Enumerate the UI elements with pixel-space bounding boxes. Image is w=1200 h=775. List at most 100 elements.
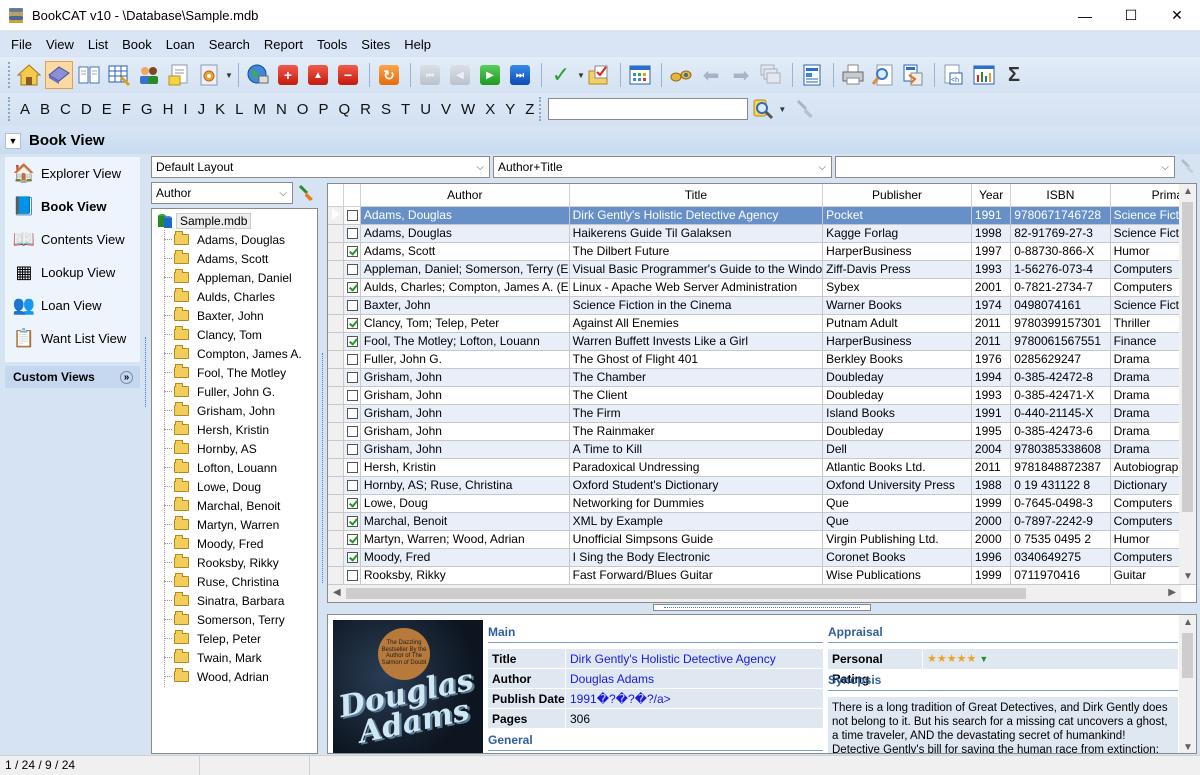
row-checkbox[interactable] (346, 246, 358, 258)
table-row[interactable]: Fool, The Motley; Lofton, Louann Warren B… (328, 332, 1196, 351)
cell-title[interactable]: The Dilbert Future (569, 242, 824, 261)
scrollbar-thumb[interactable] (1182, 202, 1193, 512)
table-row[interactable]: Hornby, AS; Ruse, Christina Oxford Studen… (328, 476, 1196, 495)
letter-filter-l[interactable]: L (230, 101, 248, 118)
view-selector-toggle[interactable]: ▼ (5, 132, 21, 149)
letter-filter-y[interactable]: Y (500, 101, 520, 118)
expand-chevron-icon[interactable]: » (120, 370, 133, 384)
scroll-left-icon[interactable]: ◀ (333, 587, 341, 598)
row-indicator[interactable] (328, 242, 345, 261)
cell-author[interactable]: Lowe, Doug (360, 494, 570, 513)
letter-filter-t[interactable]: T (396, 101, 415, 118)
tree-item[interactable]: Aulds, Charles (152, 287, 317, 306)
cell-year[interactable]: 1976 (971, 350, 1012, 369)
cell-isbn[interactable]: 0-385-42473-6 (1010, 422, 1111, 441)
cell-isbn[interactable]: 82-91769-27-3 (1010, 224, 1111, 243)
find-button[interactable] (667, 61, 695, 89)
cell-author[interactable]: Grisham, John (360, 440, 570, 459)
row-indicator[interactable] (328, 440, 345, 459)
cell-author[interactable]: Rooksby, Rikky (360, 566, 570, 585)
add-book-button[interactable]: + (274, 61, 302, 89)
table-row[interactable]: Lowe, Doug Networking for Dummies Que 1999 0… (328, 494, 1196, 513)
menu-help[interactable]: Help (397, 37, 438, 52)
row-indicator[interactable] (328, 386, 345, 405)
cell-author[interactable]: Hersh, Kristin (360, 458, 570, 477)
layout-select[interactable]: Default Layout ⌵ (151, 156, 490, 178)
cell-title[interactable]: A Time to Kill (569, 440, 824, 459)
menu-list[interactable]: List (81, 37, 115, 52)
table-row[interactable]: Grisham, John The Rainmaker Doubleday 1995 0… (328, 422, 1196, 441)
cell-year[interactable]: 1999 (971, 566, 1012, 585)
cell-isbn[interactable]: 9781848872387 (1010, 458, 1111, 477)
cell-publisher[interactable]: Doubleday (822, 386, 972, 405)
table-row[interactable]: Fuller, John G. The Ghost of Flight 401 Be… (328, 350, 1196, 369)
lookup-view-button[interactable] (105, 61, 133, 89)
cell-isbn[interactable]: 0-7645-0498-3 (1010, 494, 1111, 513)
row-indicator[interactable] (328, 314, 345, 333)
tree-item[interactable]: Twain, Mark (152, 648, 317, 667)
letter-filter-e[interactable]: E (97, 101, 117, 118)
cell-isbn[interactable]: 9780671746728 (1010, 206, 1111, 225)
column-header-publisher[interactable]: Publisher (822, 184, 972, 207)
tree-splitter[interactable] (320, 183, 326, 583)
cell-title[interactable]: Dirk Gently's Holistic Detective Agency (569, 206, 824, 225)
cell-publisher[interactable]: Ziff-Davis Press (822, 260, 972, 279)
cell-title[interactable]: The Firm (569, 404, 824, 423)
search-dropdown-arrow[interactable]: ▼ (778, 105, 786, 114)
field-link[interactable]: Douglas Adams (566, 669, 823, 688)
row-indicator[interactable] (328, 548, 345, 567)
cell-publisher[interactable]: Sybex (822, 278, 972, 297)
explorer-view-button[interactable] (15, 61, 43, 89)
rating-dropdown-icon[interactable]: ▼ (979, 654, 988, 664)
tree-item[interactable]: Moody, Fred (152, 534, 317, 553)
row-checkbox[interactable] (346, 300, 358, 312)
row-checkbox[interactable] (346, 552, 358, 564)
tree-item[interactable]: Compton, James A. (152, 344, 317, 363)
cell-title[interactable]: Paradoxical Undressing (569, 458, 824, 477)
nav-item-contents-view[interactable]: 📖 Contents View (5, 223, 140, 256)
table-row[interactable]: Grisham, John A Time to Kill Dell 2004 97803… (328, 440, 1196, 459)
cell-author[interactable]: Moody, Fred (360, 548, 570, 567)
cell-publisher[interactable]: Que (822, 494, 972, 513)
letter-filter-z[interactable]: Z (520, 101, 539, 118)
row-checkbox[interactable] (346, 318, 358, 330)
letter-filter-m[interactable]: M (248, 101, 271, 118)
cell-isbn[interactable]: 0-7897-2242-9 (1010, 512, 1111, 531)
cell-year[interactable]: 2004 (971, 440, 1012, 459)
cell-author[interactable]: Marchal, Benoit (360, 512, 570, 531)
grid-horizontal-scrollbar[interactable]: ◀ ▶ (328, 585, 1181, 602)
letter-filter-h[interactable]: H (158, 101, 179, 118)
scroll-down-icon[interactable]: ▼ (1183, 742, 1193, 753)
cell-year[interactable]: 1991 (971, 206, 1012, 225)
tree-item[interactable]: Somerson, Terry (152, 610, 317, 629)
custom-views-header[interactable]: Custom Views » (5, 366, 140, 388)
row-checkbox[interactable] (346, 336, 358, 348)
menu-loan[interactable]: Loan (159, 37, 202, 52)
cell-title[interactable]: Warren Buffett Invests Like a Girl (569, 332, 824, 351)
menu-view[interactable]: View (39, 37, 81, 52)
cell-year[interactable]: 2000 (971, 512, 1012, 531)
cell-author[interactable]: Appleman, Daniel; Somerson, Terry (E (360, 260, 570, 279)
grid-view-button[interactable] (626, 61, 654, 89)
close-button[interactable]: ✕ (1154, 0, 1200, 31)
nav-item-book-view[interactable]: 📘 Book View (5, 190, 140, 223)
column-header-year[interactable]: Year (971, 184, 1012, 207)
cell-publisher[interactable]: Berkley Books (822, 350, 972, 369)
menu-tools[interactable]: Tools (310, 37, 354, 52)
cell-author[interactable]: Grisham, John (360, 404, 570, 423)
maximize-button[interactable]: ☐ (1108, 0, 1154, 31)
letter-filter-f[interactable]: F (117, 101, 136, 118)
delete-book-button[interactable]: − (334, 61, 362, 89)
want-list-view-button[interactable] (165, 61, 193, 89)
cell-author[interactable]: Baxter, John (360, 296, 570, 315)
cell-isbn[interactable]: 9780399157301 (1010, 314, 1111, 333)
cell-year[interactable]: 1999 (971, 494, 1012, 513)
tree-item[interactable]: Telep, Peter (152, 629, 317, 648)
last-record-button[interactable]: ⏭ (506, 61, 534, 89)
cell-year[interactable]: 1994 (971, 368, 1012, 387)
cell-author[interactable]: Adams, Douglas (360, 206, 570, 225)
cell-author[interactable]: Grisham, John (360, 386, 570, 405)
cell-year[interactable]: 2000 (971, 530, 1012, 549)
cell-isbn[interactable]: 0340649275 (1010, 548, 1111, 567)
cell-year[interactable]: 2011 (971, 458, 1012, 477)
